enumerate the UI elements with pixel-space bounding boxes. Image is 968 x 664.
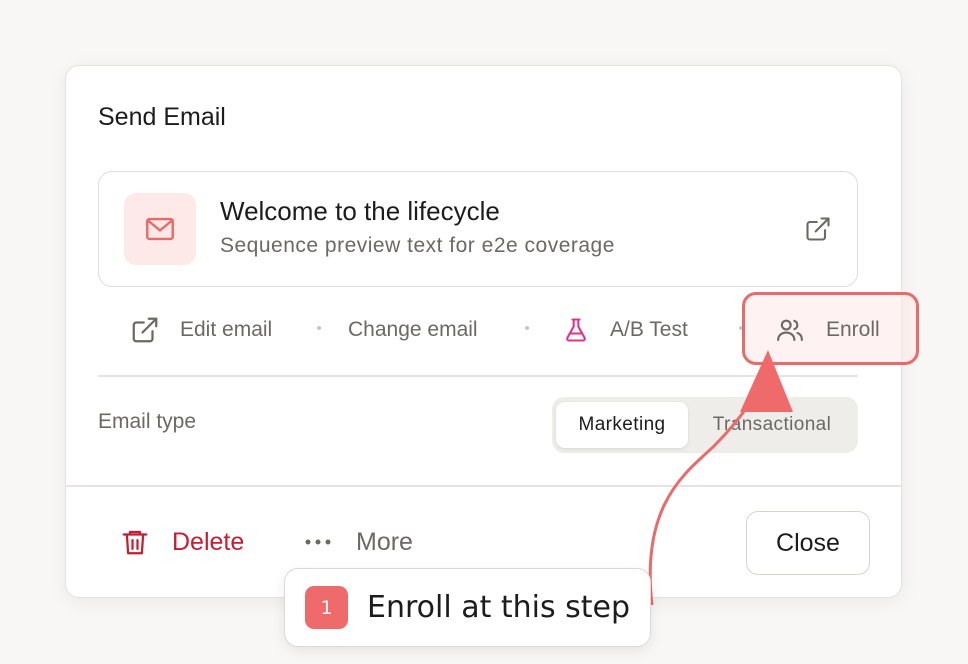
separator-dot <box>317 326 321 330</box>
email-type-transactional[interactable]: Transactional <box>692 402 852 448</box>
email-name: Welcome to the lifecycle <box>220 196 500 226</box>
email-type-label: Email type <box>98 410 197 433</box>
footer-divider <box>66 485 901 487</box>
separator-dot <box>525 326 529 330</box>
edit-email-button[interactable]: Edit email <box>130 310 272 350</box>
section-divider <box>98 375 858 377</box>
close-button[interactable]: Close <box>746 511 870 575</box>
email-type-marketing[interactable]: Marketing <box>556 402 688 448</box>
change-email-label: Change email <box>348 318 478 341</box>
email-preview-text: Sequence preview text for e2e coverage <box>220 234 615 257</box>
enroll-label: Enroll <box>826 318 880 341</box>
callout-number: 1 <box>305 586 348 629</box>
dialog-title: Send Email <box>98 103 226 131</box>
more-label: More <box>356 527 413 556</box>
mail-icon <box>124 193 196 265</box>
users-icon <box>777 319 803 342</box>
trash-icon <box>122 530 148 555</box>
change-email-button[interactable]: Change email <box>348 310 478 350</box>
edit-email-label: Edit email <box>180 318 273 341</box>
email-preview-card[interactable] <box>98 171 858 287</box>
enroll-button[interactable]: Enroll <box>774 310 880 350</box>
annotation-callout: 1 Enroll at this step <box>284 568 651 647</box>
external-link-icon <box>132 317 158 343</box>
delete-button[interactable]: Delete <box>120 522 244 562</box>
callout-text: Enroll at this step <box>367 590 631 625</box>
delete-label: Delete <box>172 527 245 556</box>
ab-test-label: A/B Test <box>610 318 688 341</box>
ellipsis-icon <box>305 539 331 545</box>
more-button[interactable]: More <box>304 522 413 562</box>
ab-test-button[interactable]: A/B Test <box>562 310 688 350</box>
flask-icon <box>566 318 586 342</box>
external-link-icon[interactable] <box>804 215 832 243</box>
